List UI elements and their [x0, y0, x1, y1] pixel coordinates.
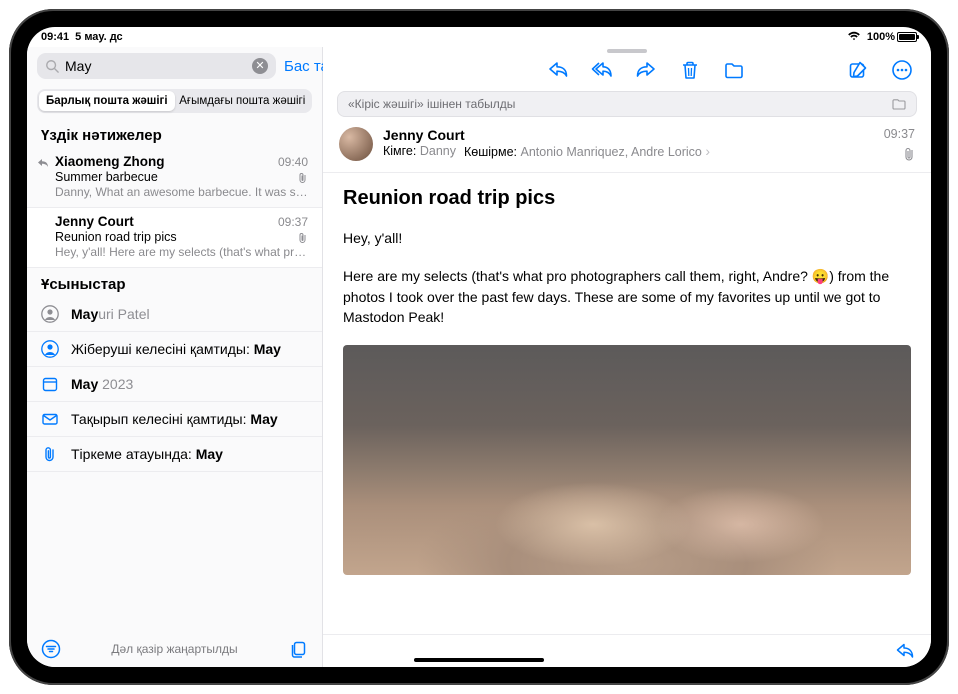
suggestion-date[interactable]: May 2023 — [27, 367, 322, 402]
message-subject: Reunion road trip pics — [343, 187, 911, 210]
scope-segmented-control[interactable]: Барлық пошта жәшігі Ағымдағы пошта жәшіг… — [37, 89, 312, 113]
trash-button[interactable] — [679, 59, 701, 81]
person-blue-icon — [41, 340, 59, 358]
scope-all-mailboxes[interactable]: Барлық пошта жәшігі — [39, 91, 175, 111]
chevron-right-icon[interactable]: › — [705, 143, 710, 159]
suggestion-text: Mayuri Patel — [71, 306, 150, 322]
section-top-results: Үздік нәтижелер — [27, 119, 322, 148]
message-body[interactable]: Reunion road trip pics Hey, y'all! Here … — [323, 173, 931, 634]
suggestion-text: Жіберуші келесіні қамтиды: May — [71, 341, 281, 357]
suggestion-text: Тақырып келесіні қамтиды: May — [71, 411, 278, 427]
battery-icon — [897, 32, 917, 42]
suggestion-sender-contains[interactable]: Жіберуші келесіні қамтиды: May — [27, 332, 322, 367]
attachment-icon — [903, 147, 915, 161]
clear-search-button[interactable]: ✕ — [252, 58, 268, 74]
calendar-icon — [41, 375, 59, 393]
move-button[interactable] — [723, 59, 745, 81]
suggestion-text: Тіркеме атауында: May — [71, 446, 223, 462]
to-value[interactable]: Danny — [420, 144, 456, 158]
attachment-image[interactable] — [343, 345, 911, 575]
result-subject: Reunion road trip pics — [55, 230, 308, 244]
folder-icon — [892, 98, 906, 110]
suggestion-person[interactable]: Mayuri Patel — [27, 297, 322, 332]
avatar[interactable] — [339, 127, 373, 161]
attachment-icon — [298, 172, 308, 184]
sync-status: Дәл қазір жаңартылды — [111, 642, 237, 656]
stack-button[interactable] — [288, 639, 308, 659]
envelope-icon — [41, 410, 59, 428]
paperclip-icon — [41, 445, 59, 463]
cc-value[interactable]: Antonio Manriquez, Andre Lorico — [521, 145, 702, 159]
reply-icon — [37, 157, 49, 169]
message-toolbar — [323, 53, 931, 91]
result-time: 09:40 — [278, 155, 308, 169]
search-result[interactable]: Xiaomeng Zhong 09:40 Summer barbecue Dan… — [27, 148, 322, 208]
message-greeting: Hey, y'all! — [343, 228, 911, 248]
search-input[interactable] — [65, 58, 246, 74]
cc-label: Көшірме: — [464, 145, 517, 159]
screen: 09:41 5 мау. дс 100% — [27, 27, 931, 667]
compose-button[interactable] — [847, 59, 869, 81]
message-header[interactable]: Jenny Court Кімге: Danny Көшірме: Antoni… — [323, 117, 931, 173]
found-in-banner[interactable]: «Кіріс жәшігі» ішінен табылды — [337, 91, 917, 117]
search-result[interactable]: Jenny Court 09:37 Reunion road trip pics… — [27, 208, 322, 268]
reply-all-button[interactable] — [591, 59, 613, 81]
result-preview: Hey, y'all! Here are my selects (that's … — [55, 245, 308, 259]
filter-button[interactable] — [41, 639, 61, 659]
home-indicator[interactable] — [414, 658, 544, 662]
message-from[interactable]: Jenny Court — [383, 127, 874, 143]
more-button[interactable] — [891, 59, 913, 81]
battery-percent: 100% — [867, 31, 895, 43]
suggestion-text: May 2023 — [71, 376, 133, 392]
to-label: Кімге: — [383, 144, 416, 158]
attachment-icon — [298, 232, 308, 244]
status-bar: 09:41 5 мау. дс 100% — [27, 27, 931, 47]
message-text: Here are my selects (that's what pro pho… — [343, 266, 911, 327]
section-suggestions: Ұсыныстар — [27, 268, 322, 297]
reply-button[interactable] — [547, 59, 569, 81]
wifi-icon — [847, 31, 861, 44]
message-footer — [323, 634, 931, 667]
message-pane: «Кіріс жәшігі» ішінен табылды Jenny Cour… — [323, 47, 931, 667]
result-preview: Danny, What an awesome barbecue. It was … — [55, 185, 308, 199]
result-time: 09:37 — [278, 215, 308, 229]
sidebar-footer: Дәл қазір жаңартылды — [27, 631, 322, 667]
search-field[interactable]: ✕ — [37, 53, 276, 79]
status-date: 5 мау. дс — [75, 31, 123, 43]
suggestion-subject-contains[interactable]: Тақырып келесіні қамтиды: May — [27, 402, 322, 437]
status-time: 09:41 — [41, 31, 69, 43]
result-sender: Xiaomeng Zhong — [55, 154, 165, 169]
reply-footer-button[interactable] — [895, 641, 915, 661]
message-time: 09:37 — [884, 127, 915, 141]
suggestion-attachment-name[interactable]: Тіркеме атауында: May — [27, 437, 322, 472]
found-text: «Кіріс жәшігі» ішінен табылды — [348, 97, 515, 111]
result-subject: Summer barbecue — [55, 170, 308, 184]
search-icon — [45, 59, 59, 73]
ipad-frame: 09:41 5 мау. дс 100% — [9, 9, 949, 685]
person-icon — [41, 305, 59, 323]
result-sender: Jenny Court — [55, 214, 134, 229]
sidebar: ✕ Бас тарту Барлық пошта жәшігі Ағымдағы… — [27, 47, 323, 667]
scope-current-mailbox[interactable]: Ағымдағы пошта жәшігі — [175, 91, 311, 111]
forward-button[interactable] — [635, 59, 657, 81]
